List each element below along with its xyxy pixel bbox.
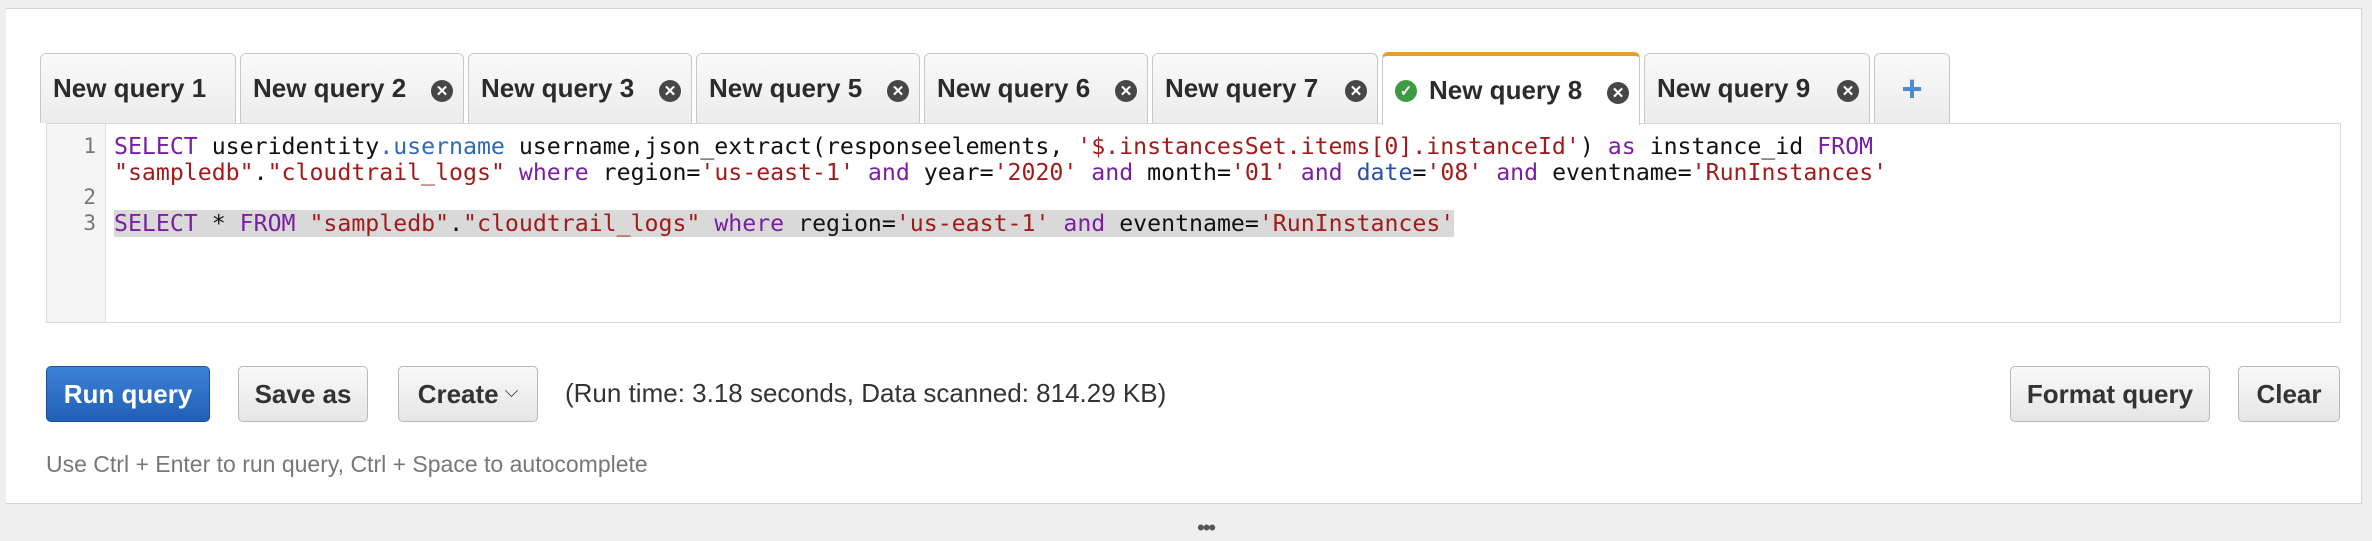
code-token: "sampledb" [114,158,254,186]
tab-new-query-7[interactable]: New query 7 ✕ [1152,53,1378,123]
resize-handle[interactable]: ••• [1197,515,1216,541]
line-number: 1 [83,134,96,158]
close-tab-icon[interactable]: ✕ [659,80,681,102]
plus-icon: + [1901,67,1923,109]
code-token: month= [1133,158,1231,186]
code-line-content: SELECT useridentity.username username,js… [114,133,1873,160]
save-as-button[interactable]: Save as [238,366,368,422]
line-number: 2 [83,185,96,209]
code-token: region= [784,209,896,237]
code-token: "cloudtrail_logs" [267,158,505,186]
line-number: 3 [83,210,96,235]
code-token: as [1607,133,1636,160]
sql-editor[interactable]: 1 23 SELECT useridentity.username usernam… [46,123,2341,323]
tab-label: New query 7 [1165,73,1319,103]
tab-label: New query 1 [53,73,207,103]
code-token: ) [1579,133,1608,160]
code-token: region= [588,158,701,186]
tab-new-query-3[interactable]: New query 3 ✕ [468,53,692,123]
create-button[interactable]: Create ⌵ [398,366,538,422]
close-tab-icon[interactable]: ✕ [1115,80,1137,102]
chevron-down-icon: ⌵ [504,380,519,401]
line-number-gutter: 1 23 [47,124,106,322]
code-token: eventname= [1538,158,1692,186]
close-tab-icon[interactable]: ✕ [1607,82,1629,104]
code-token: year= [909,158,994,186]
code-token: 'us-east-1' [700,158,854,186]
add-tab-button[interactable]: + [1874,53,1950,123]
code-token: useridentity [197,133,380,160]
close-tab-icon[interactable]: ✕ [1345,80,1367,102]
code-token: instance_id [1635,133,1818,160]
code-token: where [518,158,589,186]
code-token: '2020' [993,158,1078,186]
tab-label: New query 8 [1429,75,1583,105]
tab-new-query-8[interactable]: ✓ New query 8 ✕ [1382,52,1640,125]
tab-label: New query 2 [253,73,407,103]
code-token: . [449,209,464,237]
code-token: FROM [1817,133,1873,160]
close-tab-icon[interactable]: ✕ [431,80,453,102]
tab-label: New query 6 [937,73,1091,103]
tab-new-query-5[interactable]: New query 5 ✕ [696,53,920,123]
format-query-button[interactable]: Format query [2010,366,2210,422]
code-line-content: "sampledb"."cloudtrail_logs" where regio… [114,159,1887,186]
code-line: SELECT * FROM "sampledb"."cloudtrail_log… [114,209,1887,237]
code-token: username,json_extract(responseelements, [504,133,1078,160]
code-token: * [197,209,240,237]
tab-new-query-6[interactable]: New query 6 ✕ [924,53,1148,123]
code-token: '01' [1230,158,1287,186]
tab-label: New query 9 [1657,73,1811,103]
close-tab-icon[interactable]: ✕ [1837,80,1859,102]
query-run-status: (Run time: 3.18 seconds, Data scanned: 8… [565,378,1167,408]
code-token: date [1356,158,1413,186]
tab-label: New query 3 [481,73,635,103]
code-token: and [1300,158,1343,186]
keyboard-shortcut-hint: Use Ctrl + Enter to run query, Ctrl + Sp… [46,451,648,477]
code-token: . [253,158,268,186]
sql-code[interactable]: SELECT useridentity.username username,js… [114,134,1887,237]
code-token: 'RunInstances' [1691,158,1888,186]
code-token: eventname= [1105,209,1259,237]
code-token: '08' [1426,158,1483,186]
code-line: "sampledb"."cloudtrail_logs" where regio… [114,159,1887,186]
code-token: where [714,209,785,237]
create-button-label: Create [417,378,499,409]
code-token: SELECT [114,209,198,237]
code-token: and [1063,209,1106,237]
code-token: SELECT [114,133,198,160]
code-token: 'us-east-1' [895,209,1050,237]
code-token: and [1091,158,1134,186]
code-token: and [867,158,910,186]
code-token: "cloudtrail_logs" [463,209,701,237]
run-query-button[interactable]: Run query [46,366,210,422]
code-line-content: SELECT * FROM "sampledb"."cloudtrail_log… [114,209,1455,237]
code-token: .username [379,133,505,160]
code-token: FROM [239,209,296,237]
code-token: 'RunInstances' [1258,209,1455,237]
check-circle-icon: ✓ [1395,79,1417,102]
tab-new-query-1[interactable]: New query 1 [40,53,236,123]
code-line: SELECT useridentity.username username,js… [114,134,1887,160]
close-tab-icon[interactable]: ✕ [887,80,909,102]
tab-new-query-2[interactable]: New query 2 ✕ [240,53,464,123]
code-token: '$.instancesSet.items[0].instanceId' [1077,133,1580,160]
code-token: and [1496,158,1539,186]
code-token: "sampledb" [309,209,450,237]
clear-button[interactable]: Clear [2238,366,2340,422]
code-token: = [1412,158,1427,186]
tab-label: New query 5 [709,73,863,103]
tab-new-query-9[interactable]: New query 9 ✕ [1644,53,1870,123]
